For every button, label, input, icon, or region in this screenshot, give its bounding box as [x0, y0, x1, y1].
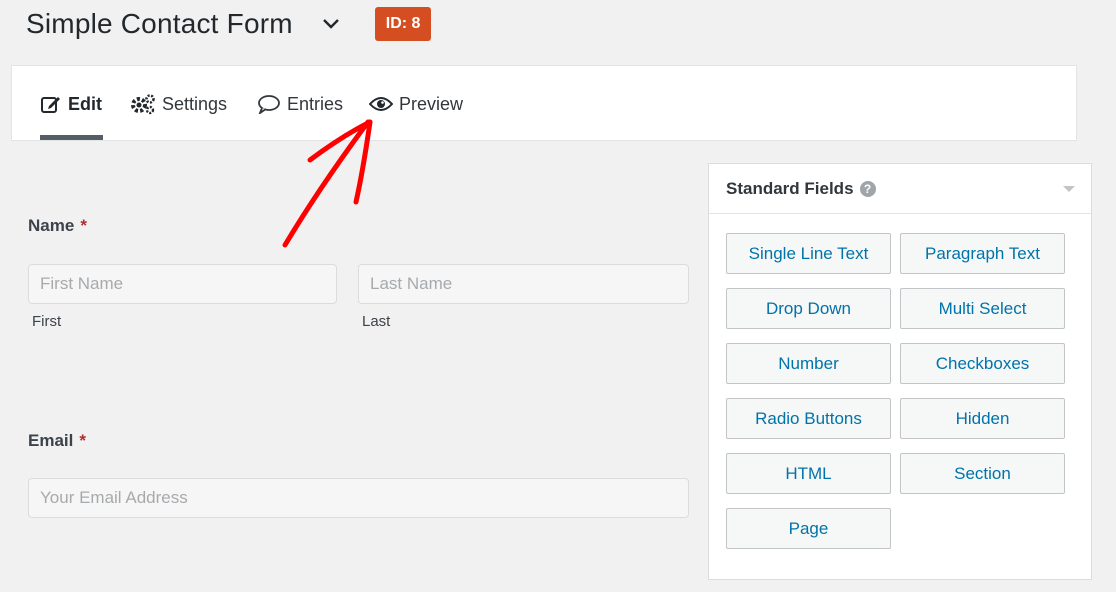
annotation-arrow — [282, 119, 373, 248]
field-button-section[interactable]: Section — [900, 453, 1065, 494]
collapse-caret-icon[interactable] — [1063, 186, 1075, 192]
tab-edit-label: Edit — [68, 93, 102, 114]
first-name-sublabel: First — [32, 313, 62, 330]
field-button-hidden[interactable]: Hidden — [900, 398, 1065, 439]
standard-fields-panel: Standard Fields ? Single Line Text Parag… — [708, 163, 1092, 580]
field-button-multi-select[interactable]: Multi Select — [900, 288, 1065, 329]
form-title: Simple Contact Form — [26, 8, 293, 39]
required-asterisk: * — [79, 431, 86, 450]
email-field-label: Email * — [28, 431, 86, 450]
help-icon[interactable]: ? — [859, 180, 876, 197]
form-id-badge: ID: 8 — [374, 7, 432, 41]
required-asterisk: * — [80, 216, 87, 235]
tab-preview-label: Preview — [399, 93, 464, 114]
field-button-single-line-text[interactable]: Single Line Text — [726, 233, 891, 274]
last-name-input[interactable] — [358, 264, 689, 304]
field-button-checkboxes[interactable]: Checkboxes — [900, 343, 1065, 384]
email-input[interactable] — [28, 478, 689, 518]
panel-header[interactable]: Standard Fields ? — [709, 164, 1091, 214]
gears-icon — [130, 93, 156, 115]
field-button-html[interactable]: HTML — [726, 453, 891, 494]
tab-settings-label: Settings — [162, 93, 228, 114]
first-name-input[interactable] — [28, 264, 337, 304]
tab-edit[interactable]: Edit — [40, 93, 102, 115]
tab-settings[interactable]: Settings — [130, 93, 227, 115]
form-editor-page: Simple Contact Form ID: 8 Edit Settings … — [0, 0, 1116, 592]
field-button-page[interactable]: Page — [726, 508, 891, 549]
tabs-bar: Edit Settings Entries Preview — [11, 65, 1077, 141]
field-button-number[interactable]: Number — [726, 343, 891, 384]
title-row: Simple Contact Form ID: 8 — [26, 4, 432, 44]
edit-icon — [40, 94, 62, 114]
field-button-radio-buttons[interactable]: Radio Buttons — [726, 398, 891, 439]
name-field-label: Name * — [28, 216, 87, 235]
last-name-sublabel: Last — [362, 313, 391, 330]
panel-title: Standard Fields — [726, 178, 854, 198]
chevron-down-icon[interactable] — [321, 14, 341, 34]
field-button-drop-down[interactable]: Drop Down — [726, 288, 891, 329]
field-button-paragraph-text[interactable]: Paragraph Text — [900, 233, 1065, 274]
active-tab-indicator — [40, 135, 103, 140]
